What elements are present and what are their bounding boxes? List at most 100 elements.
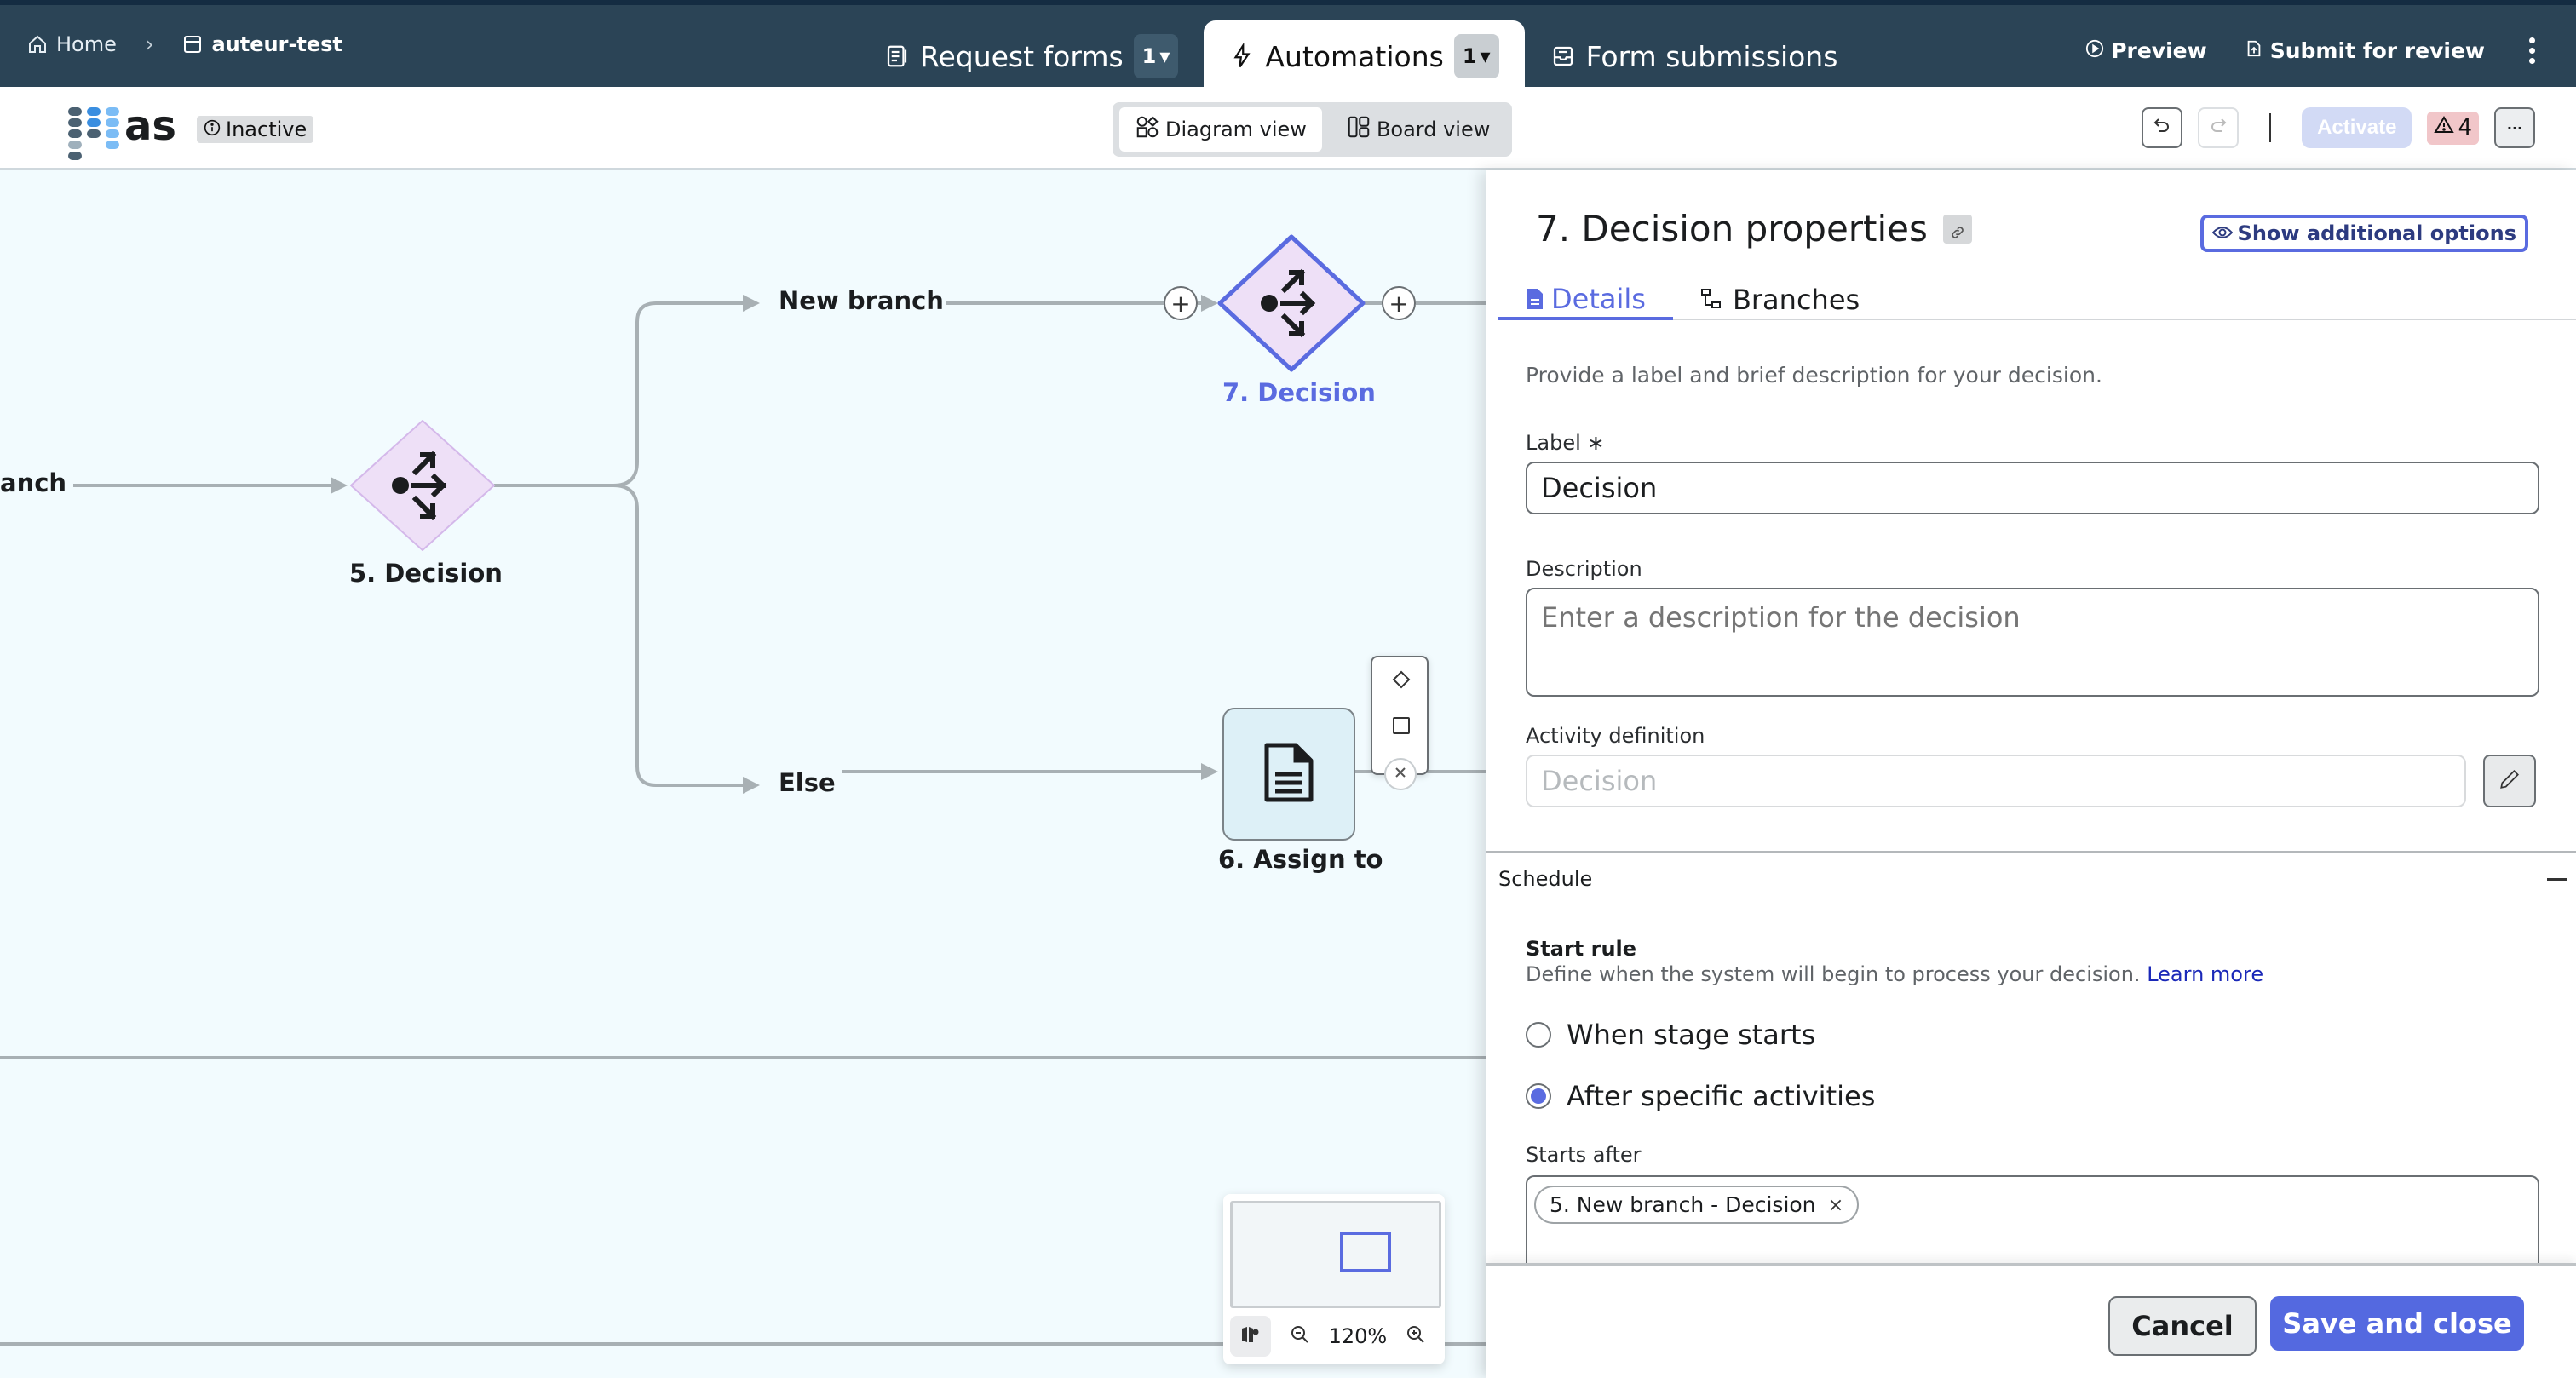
cancel-button[interactable]: Cancel [2108, 1296, 2257, 1356]
learn-more-link[interactable]: Learn more [2147, 962, 2263, 986]
tab-request-forms[interactable]: Request forms 1 ▾ [859, 20, 1204, 92]
minimap-preview[interactable] [1230, 1201, 1441, 1308]
plus-icon: + [1170, 289, 1191, 318]
tab-request-forms-count-dropdown[interactable]: 1 ▾ [1133, 34, 1179, 78]
copy-link-button[interactable] [1942, 214, 1972, 244]
zoom-controls: 120% [1230, 1315, 1441, 1358]
starts-after-label: Starts after [1526, 1143, 1642, 1167]
warning-count: 4 [2458, 115, 2472, 141]
panel-footer: Cancel Save and close [1486, 1263, 2576, 1378]
toggle-minimap-button[interactable] [1230, 1316, 1271, 1357]
automation-name: as [124, 102, 176, 150]
preview-button[interactable]: Preview [2085, 38, 2207, 63]
undo-button[interactable] [2142, 107, 2183, 148]
start-rule-help: Define when the system will begin to pro… [1526, 962, 2263, 986]
board-view-label: Board view [1376, 118, 1491, 141]
schedule-section-header[interactable]: Schedule [1498, 867, 2567, 891]
status-badge: Inactive [197, 116, 314, 143]
status-label: Inactive [226, 118, 308, 141]
remove-chip-icon[interactable] [1828, 1197, 1843, 1213]
starts-after-chip: 5. New branch - Decision [1534, 1186, 1859, 1224]
caret-down-icon: ▾ [1159, 44, 1170, 68]
zoom-out-button[interactable] [1279, 1316, 1320, 1357]
show-additional-options-button[interactable]: Show additional options [2199, 215, 2528, 252]
submit-for-review-button[interactable]: Submit for review [2245, 38, 2485, 63]
close-popover-button[interactable] [1384, 758, 1417, 790]
warnings-badge[interactable]: 4 [2427, 111, 2479, 145]
diagram-view-button[interactable]: Diagram view [1119, 107, 1322, 152]
decision-node-7-label: 7. Decision [1222, 378, 1376, 407]
details-helper-text: Provide a label and brief description fo… [1526, 363, 2102, 388]
task-node-6[interactable] [1222, 708, 1355, 841]
home-icon [27, 34, 48, 55]
add-decision-button[interactable] [1388, 668, 1415, 695]
activity-definition-input[interactable]: Decision [1526, 755, 2466, 807]
add-step-button[interactable]: + [1382, 286, 1416, 320]
tab-automations-count-dropdown[interactable]: 1 ▾ [1453, 34, 1499, 78]
add-task-button[interactable] [1388, 714, 1415, 741]
toolbar-divider [2269, 113, 2272, 142]
radio-after-specific-activities[interactable]: After specific activities [1526, 1080, 1875, 1112]
minimap-viewport[interactable] [1340, 1232, 1391, 1272]
board-view-button[interactable]: Board view [1331, 107, 1505, 152]
start-rule-heading: Start rule [1526, 937, 1637, 961]
tab-branches[interactable]: Branches [1673, 281, 1887, 319]
tab-automations[interactable]: Automations 1 ▾ [1204, 20, 1525, 92]
description-textarea[interactable] [1526, 588, 2539, 697]
required-asterisk-icon: ∗ [1587, 431, 1605, 455]
decision-node-7[interactable] [1216, 233, 1366, 376]
starts-after-multiselect[interactable]: 5. New branch - Decision [1526, 1175, 2539, 1278]
radio-when-stage-starts[interactable]: When stage starts [1526, 1019, 1815, 1051]
arrowhead [743, 295, 760, 312]
view-switcher: Diagram view Board view [1113, 102, 1513, 157]
tab-details[interactable]: Details [1498, 281, 1673, 320]
collapse-icon[interactable] [2547, 877, 2567, 881]
label-input[interactable]: Decision [1526, 462, 2539, 514]
decision-node-5-label: 5. Decision [349, 559, 503, 588]
add-step-popover [1371, 656, 1429, 775]
tab-request-forms-label: Request forms [920, 39, 1124, 73]
tab-count: 1 [1141, 44, 1157, 68]
label-field-label: Label ∗ [1526, 431, 1605, 455]
redo-button[interactable] [2198, 107, 2240, 148]
pencil-icon [2498, 768, 2521, 794]
caret-down-icon: ▾ [1480, 44, 1491, 68]
close-icon [1394, 766, 1407, 783]
tab-automations-label: Automations [1265, 39, 1444, 73]
file-upload-icon [2245, 38, 2263, 63]
branch-label-new-branch[interactable]: New branch [779, 286, 944, 315]
branch-label-else[interactable]: Else [779, 768, 836, 797]
breadcrumb-home[interactable]: Home [27, 32, 117, 56]
bolt-icon [1229, 43, 1255, 69]
radio-button[interactable] [1526, 1022, 1551, 1048]
activity-definition-placeholder: Decision [1541, 765, 1658, 797]
diagram-view-label: Diagram view [1165, 118, 1307, 141]
properties-panel: 7. Decision properties Show additional o… [1486, 170, 2576, 1378]
schedule-heading: Schedule [1498, 867, 1593, 891]
description-field-label: Description [1526, 557, 1642, 581]
edit-activity-definition-button[interactable] [2483, 755, 2536, 807]
save-and-close-button[interactable]: Save and close [2270, 1296, 2524, 1351]
breadcrumb: Home › auteur-test [27, 32, 342, 56]
arrowhead [1201, 295, 1218, 312]
zoom-level: 120% [1328, 1324, 1388, 1348]
undo-icon [2152, 116, 2172, 140]
tab-form-submissions[interactable]: Form submissions [1525, 20, 1864, 92]
decision-node-5[interactable] [348, 417, 497, 557]
activate-button[interactable]: Activate [2302, 107, 2412, 148]
tab-form-submissions-label: Form submissions [1585, 39, 1838, 73]
add-step-button[interactable]: + [1164, 286, 1198, 320]
breadcrumb-home-label: Home [56, 32, 117, 56]
more-options-button[interactable]: ··· [2494, 107, 2535, 148]
breadcrumb-project[interactable]: auteur-test [182, 32, 342, 56]
shapes-icon [1135, 114, 1160, 145]
zoom-in-button[interactable] [1395, 1316, 1436, 1357]
zoom-in-icon [1406, 1324, 1426, 1348]
plus-icon: + [1389, 289, 1409, 318]
link-icon [1949, 208, 1966, 250]
toolbar-actions: Activate 4 ··· [2142, 107, 2535, 148]
breadcrumb-project-label: auteur-test [211, 32, 342, 56]
diagram-canvas[interactable]: anch 5. Decision New branch Else + + 7. … [0, 170, 1486, 1378]
more-vertical-icon[interactable] [2522, 34, 2542, 67]
radio-button-checked[interactable] [1526, 1083, 1551, 1109]
